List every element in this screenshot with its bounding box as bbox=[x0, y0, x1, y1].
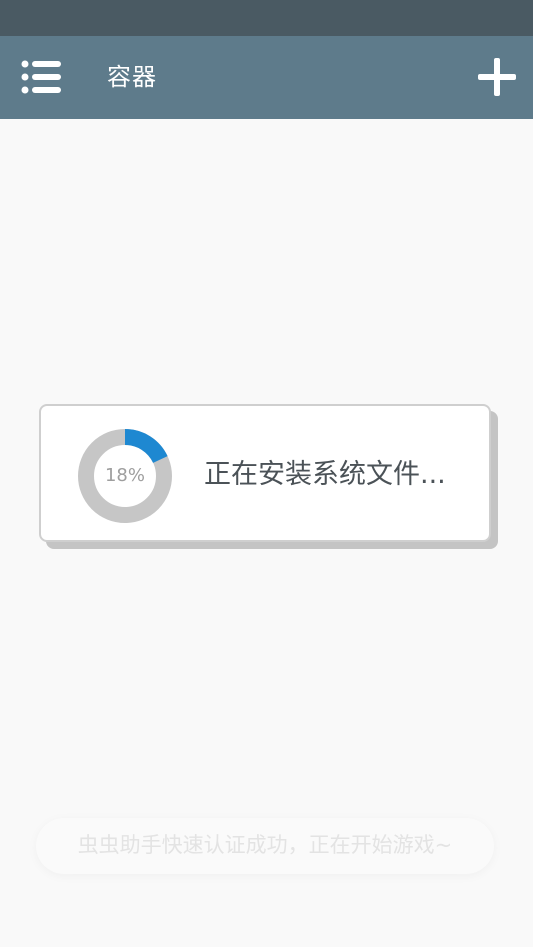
installation-status-message: 正在安装系统文件... bbox=[204, 459, 446, 490]
plus-icon[interactable] bbox=[476, 56, 518, 98]
installation-progress-dialog: 18% 正在安装系统文件... bbox=[39, 404, 491, 542]
status-bar bbox=[0, 0, 533, 36]
page-title: 容器 bbox=[107, 63, 157, 91]
toast-message: 虫虫助手快速认证成功，正在开始游戏~ bbox=[77, 833, 453, 857]
toast-notification: 虫虫助手快速认证成功，正在开始游戏~ bbox=[36, 818, 494, 874]
app-bar: 容器 bbox=[0, 36, 533, 119]
progress-percentage: 18% bbox=[104, 465, 145, 486]
list-menu-icon[interactable] bbox=[20, 58, 62, 96]
